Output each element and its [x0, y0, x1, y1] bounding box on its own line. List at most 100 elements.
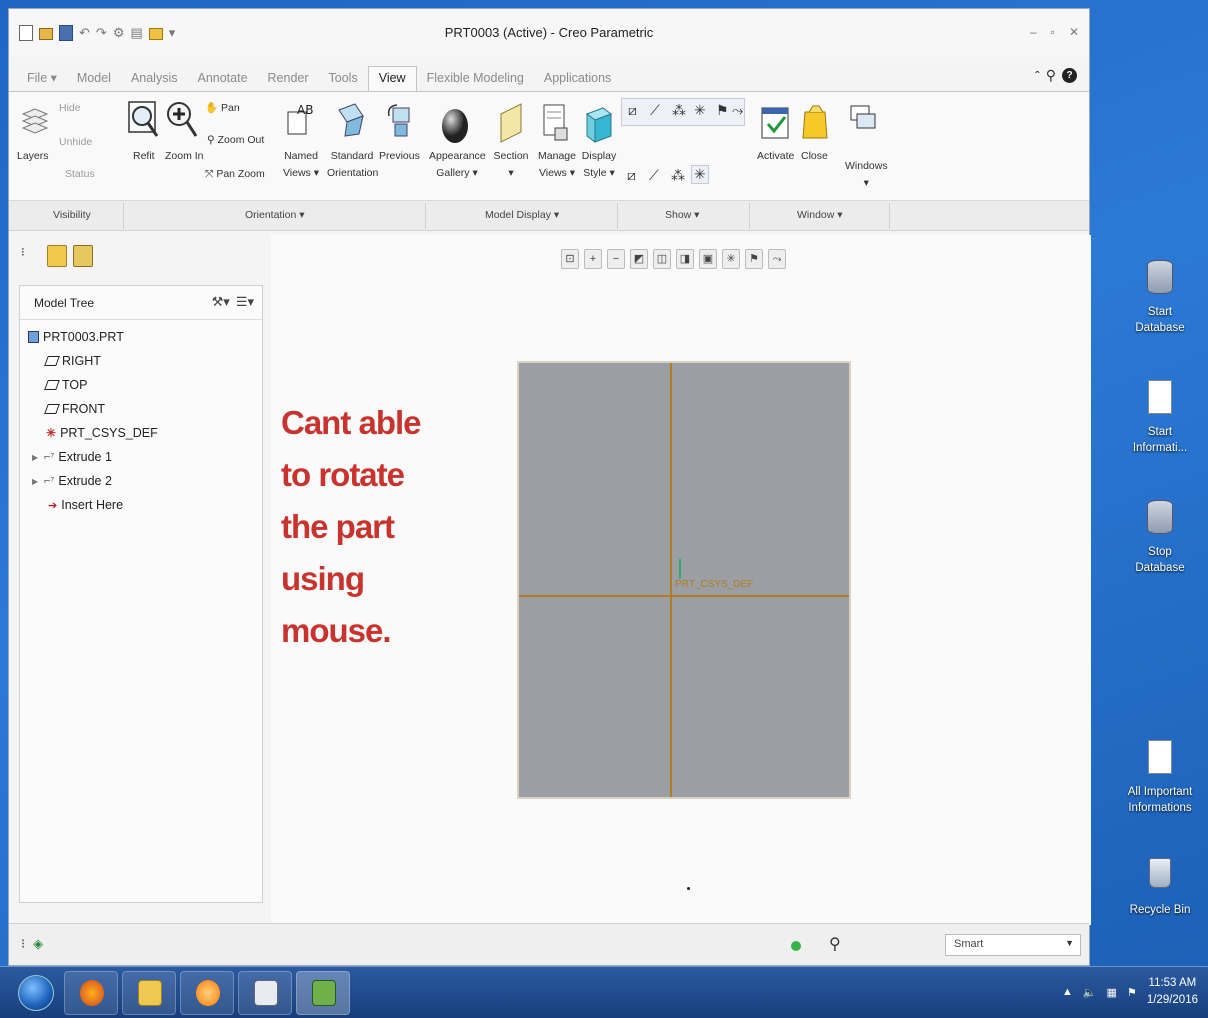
activate-button[interactable]: Activate: [757, 148, 794, 165]
desktop-icon-start-database[interactable]: Start Database: [1120, 260, 1200, 336]
save-icon[interactable]: [59, 25, 73, 41]
previous-view-icon[interactable]: [385, 102, 417, 142]
tree-item-csys[interactable]: ✳ PRT_CSYS_DEF: [46, 426, 158, 440]
windows-icon[interactable]: [849, 104, 879, 140]
group-window[interactable]: Window ▾: [797, 209, 843, 221]
refit-icon[interactable]: [127, 100, 161, 140]
group-model-display[interactable]: Model Display ▾: [485, 209, 559, 221]
taskbar-explorer[interactable]: [122, 971, 176, 1015]
tree-columns-icon[interactable]: ☰▾: [236, 294, 254, 310]
model-tree-tab-icon[interactable]: ⁝: [21, 245, 41, 267]
tab-view[interactable]: View: [367, 66, 417, 91]
display-style-icon[interactable]: ◫: [653, 249, 671, 269]
axis-tag-icon[interactable]: ⟋: [649, 167, 659, 184]
status-button[interactable]: Status: [65, 166, 95, 183]
expand-arrow-icon[interactable]: ▶: [32, 453, 40, 462]
action-center-icon[interactable]: ⚑: [1127, 986, 1137, 999]
tree-item-top[interactable]: TOP: [44, 378, 87, 392]
appearance-gallery-button[interactable]: Appearance Gallery ▾: [429, 148, 486, 182]
pan-zoom-button[interactable]: ⤧ Pan Zoom: [205, 166, 265, 183]
open-file-icon[interactable]: [39, 28, 53, 40]
axis-display-icon[interactable]: ⟋: [650, 102, 660, 119]
hide-button[interactable]: Hide: [59, 100, 81, 117]
zoom-in-icon[interactable]: [165, 100, 199, 140]
close-button-ribbon[interactable]: Close: [801, 148, 828, 165]
plane-display-icon[interactable]: ⧄: [628, 102, 637, 119]
unhide-button[interactable]: Unhide: [59, 134, 92, 151]
point-tag-icon[interactable]: ⁂: [671, 167, 685, 184]
manage-views-button[interactable]: Manage Views ▾: [537, 148, 577, 182]
named-views-icon[interactable]: AB: [285, 102, 317, 142]
refit-button[interactable]: Refit: [133, 148, 155, 165]
tab-analysis[interactable]: Analysis: [121, 67, 188, 91]
display-style-icon[interactable]: [583, 102, 615, 144]
tab-flexible-modeling[interactable]: Flexible Modeling: [417, 67, 534, 91]
repaint-icon[interactable]: ◩: [630, 249, 648, 269]
taskbar-media-player[interactable]: [180, 971, 234, 1015]
taskbar-firefox[interactable]: [64, 971, 118, 1015]
plane-tag-icon[interactable]: ⧄: [627, 167, 636, 184]
taskbar-creo[interactable]: [296, 971, 350, 1015]
datum-display-icon[interactable]: ✳: [722, 249, 740, 269]
tree-item-part[interactable]: PRT0003.PRT: [28, 330, 124, 344]
tab-tools[interactable]: Tools: [319, 67, 368, 91]
tab-annotate[interactable]: Annotate: [187, 67, 257, 91]
volume-icon[interactable]: 🔈: [1083, 986, 1097, 999]
desktop-icon-start-information[interactable]: Start Informati...: [1120, 380, 1200, 456]
annotation-display-icon[interactable]: ⚑: [745, 249, 763, 269]
spin-center-icon[interactable]: ⤳: [768, 249, 786, 269]
standard-orientation-button[interactable]: Standard Orientation: [327, 148, 378, 182]
csys-tag-icon[interactable]: ✳: [691, 165, 709, 184]
tab-render[interactable]: Render: [258, 67, 319, 91]
datum-plane-vertical[interactable]: [670, 363, 672, 797]
group-visibility[interactable]: Visibility: [53, 209, 91, 221]
close-window-icon[interactable]: [801, 102, 831, 144]
view-manager-icon[interactable]: ▣: [699, 249, 717, 269]
minimize-button[interactable]: –: [1030, 25, 1037, 39]
taskbar-document[interactable]: [238, 971, 292, 1015]
folder-browser-tab-icon[interactable]: [47, 245, 67, 267]
start-button[interactable]: [18, 975, 54, 1011]
appearance-gallery-icon[interactable]: [439, 106, 471, 146]
tab-model[interactable]: Model: [67, 67, 121, 91]
standard-orientation-icon[interactable]: [333, 100, 369, 142]
display-style-button[interactable]: Display Style ▾: [579, 148, 619, 182]
redo-icon[interactable]: ↷: [96, 25, 107, 41]
pan-button[interactable]: ✋ Pan: [205, 100, 240, 117]
tree-item-right[interactable]: RIGHT: [44, 354, 101, 368]
show-browser-icon[interactable]: ◈: [33, 936, 43, 952]
manage-views-icon[interactable]: [541, 102, 571, 144]
zoom-out-button[interactable]: ⚲ Zoom Out: [207, 132, 264, 149]
minimize-ribbon-icon[interactable]: ˆ: [1035, 68, 1040, 84]
previous-button[interactable]: Previous: [379, 148, 420, 165]
zoom-out-icon[interactable]: −: [607, 249, 625, 269]
close-button[interactable]: ✕: [1069, 25, 1079, 39]
tree-item-extrude-2[interactable]: ▶ ⌐⁷ Extrude 2: [32, 474, 112, 488]
spin-center-icon[interactable]: ⤳: [732, 102, 743, 119]
section-button[interactable]: Section ▾: [491, 148, 531, 182]
layers-icon[interactable]: [19, 106, 51, 136]
part-model[interactable]: PRT_CSYS_DEF: [517, 361, 851, 799]
customize-toolbar-icon[interactable]: ▾: [169, 25, 176, 41]
favorites-tab-icon[interactable]: [73, 245, 93, 267]
csys-display-icon[interactable]: ✳: [694, 102, 706, 119]
section-icon[interactable]: [495, 102, 527, 144]
tab-file[interactable]: File ▾: [17, 66, 67, 91]
tree-item-extrude-1[interactable]: ▶ ⌐⁷ Extrude 1: [32, 450, 112, 464]
regenerate-icon[interactable]: ⚙: [113, 25, 125, 41]
annotation-display-icon[interactable]: ⚑: [716, 102, 729, 119]
group-orientation[interactable]: Orientation ▾: [245, 209, 305, 221]
selection-filter-dropdown[interactable]: Smart ▼: [945, 934, 1081, 956]
named-views-button[interactable]: Named Views ▾: [281, 148, 321, 182]
new-file-icon[interactable]: [19, 25, 33, 41]
refit-icon[interactable]: ⊡: [561, 249, 579, 269]
tree-item-insert-here[interactable]: ➔ Insert Here: [48, 498, 123, 512]
windows-icon[interactable]: ▤: [130, 25, 142, 41]
point-display-icon[interactable]: ⁂: [672, 102, 686, 119]
show-hidden-icons-icon[interactable]: ▲: [1062, 986, 1073, 998]
tree-item-front[interactable]: FRONT: [44, 402, 105, 416]
find-icon[interactable]: ⚲: [829, 934, 841, 954]
layers-button[interactable]: Layers: [17, 148, 49, 165]
network-icon[interactable]: ▦: [1107, 986, 1117, 999]
activate-icon[interactable]: [759, 104, 793, 146]
